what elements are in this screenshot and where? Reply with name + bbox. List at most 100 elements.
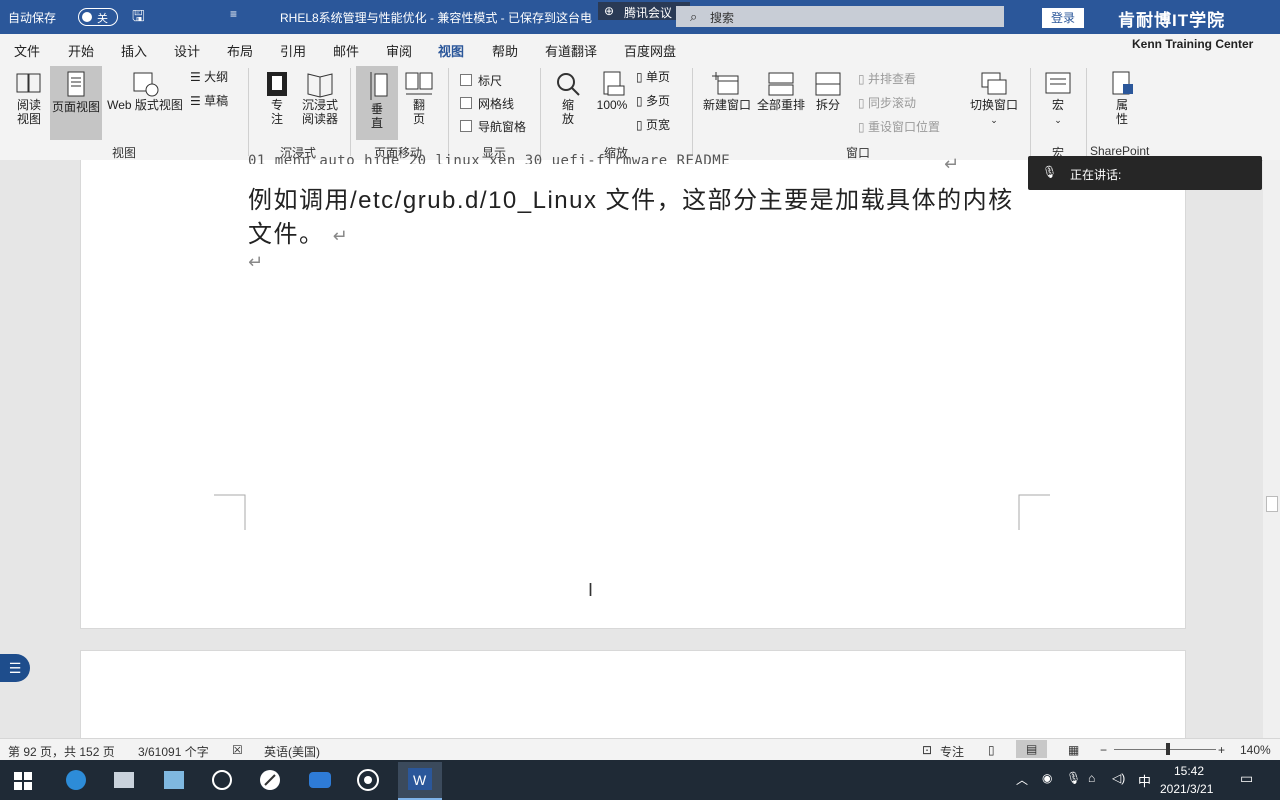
login-button[interactable]: 登录 xyxy=(1042,8,1084,28)
web-view-button[interactable]: Web 版式视图 xyxy=(104,70,186,112)
scrollbar-thumb[interactable] xyxy=(1266,496,1278,512)
ruler-label: 标尺 xyxy=(478,74,503,88)
macros-button[interactable]: 宏 ⌄ xyxy=(1040,70,1076,127)
input-method[interactable]: 中 xyxy=(1138,771,1151,790)
switch-windows-icon xyxy=(981,72,1007,95)
flip-label: 翻 页 xyxy=(412,98,425,126)
remote-desktop-icon[interactable] xyxy=(156,766,192,794)
sync-scroll-label: 同步滚动 xyxy=(867,96,916,110)
arrange-all-button[interactable]: 全部重排 xyxy=(756,70,806,112)
text-cursor-icon: I xyxy=(588,580,594,600)
zoom-out-icon[interactable]: − xyxy=(1100,743,1107,757)
magnifier-icon xyxy=(557,73,580,96)
gridlines-checkbox[interactable]: 网格线 xyxy=(460,95,514,112)
draft-button[interactable]: ☰ 草稿 xyxy=(190,94,236,108)
zoom-slider-track[interactable] xyxy=(1114,749,1216,750)
tab-review[interactable]: 审阅 xyxy=(386,41,412,60)
para-text-post: 文件，这部分主要是加载具体的内核 xyxy=(597,187,1014,214)
recorder-app-icon[interactable] xyxy=(350,766,386,794)
sync-scroll-icon: ▯ xyxy=(858,96,865,110)
zoom-in-icon[interactable]: + xyxy=(1218,743,1225,757)
outline-icon: ☰ xyxy=(190,70,201,84)
word-app-icon[interactable]: W xyxy=(398,762,442,800)
tab-baidu-netdisk[interactable]: 百度网盘 xyxy=(624,41,676,60)
network-app-icon[interactable] xyxy=(204,766,240,794)
web-layout-icon[interactable]: ▦ xyxy=(1068,743,1079,757)
edge-browser-icon[interactable] xyxy=(58,766,94,794)
proofing-icon[interactable]: ☒ xyxy=(232,743,243,757)
view-side-by-side-button[interactable]: ▯ 并排查看 xyxy=(858,72,958,86)
new-window-button[interactable]: 新建窗口 xyxy=(700,70,754,112)
views-group-label: 视图 xyxy=(112,146,137,160)
zoom-level[interactable]: 140% xyxy=(1240,743,1271,757)
volume-icon[interactable]: ◁) xyxy=(1112,771,1125,785)
ruler-checkbox[interactable]: 标尺 xyxy=(460,72,502,89)
para-text-pre: 例如调用 xyxy=(248,187,350,214)
read-view-button[interactable]: 阅读 视图 xyxy=(10,70,48,126)
zoom-100-button[interactable]: 100% xyxy=(592,70,632,112)
page-count[interactable]: 第 92 页，共 152 页 xyxy=(8,743,115,760)
clock-time[interactable]: 15:42 xyxy=(1174,764,1204,778)
split-button[interactable]: 拆分 xyxy=(810,70,846,112)
tab-file[interactable]: 文件 xyxy=(14,41,40,60)
outline-button[interactable]: ☰ 大纲 xyxy=(190,70,236,84)
read-mode-icon[interactable]: ▯ xyxy=(988,743,995,757)
vertical-scroll-button[interactable]: 垂 直 xyxy=(356,66,398,140)
clock-date[interactable]: 2021/3/21 xyxy=(1160,782,1213,796)
tab-youdao[interactable]: 有道翻译 xyxy=(545,41,597,60)
word-count[interactable]: 3/61091 个字 xyxy=(138,743,209,760)
arrange-all-label: 全部重排 xyxy=(756,98,805,112)
switch-windows-button[interactable]: 切换窗口 ⌄ xyxy=(966,70,1022,127)
synchronous-scrolling-button[interactable]: ▯ 同步滚动 xyxy=(858,96,958,110)
reset-window-label: 重设窗口位置 xyxy=(867,120,940,134)
save-icon[interactable]: 🖫 xyxy=(132,6,145,31)
tab-insert[interactable]: 插入 xyxy=(121,41,147,60)
tab-references[interactable]: 引用 xyxy=(280,41,306,60)
tab-layout[interactable]: 布局 xyxy=(227,41,253,60)
properties-button[interactable]: 属 性 xyxy=(1102,70,1142,126)
status-bar: 第 92 页，共 152 页 3/61091 个字 ☒ 英语(美国) ⊡ 专注 … xyxy=(0,738,1280,761)
tab-design[interactable]: 设计 xyxy=(174,41,200,60)
customize-toolbar-icon[interactable]: ≡ xyxy=(230,7,237,21)
tray-app-icon[interactable]: ◉ xyxy=(1042,771,1052,785)
navigation-pane-checkbox[interactable]: 导航窗格 xyxy=(460,118,526,135)
language[interactable]: 英语(美国) xyxy=(264,743,320,760)
tab-mailings[interactable]: 邮件 xyxy=(333,41,359,60)
ribbon-tabs: 文件 开始 插入 设计 布局 引用 邮件 审阅 视图 帮助 有道翻译 百度网盘 … xyxy=(0,34,1280,65)
tab-help[interactable]: 帮助 xyxy=(492,41,518,60)
multiple-pages-button[interactable]: ▯ 多页 xyxy=(636,94,684,108)
immersive-reader-button[interactable]: 沉浸式 阅读器 xyxy=(298,70,342,126)
editor-app-icon[interactable] xyxy=(252,766,288,794)
document-page[interactable] xyxy=(80,160,1186,629)
flip-pages-icon xyxy=(405,72,433,95)
page-width-button[interactable]: ▯ 页宽 xyxy=(636,118,684,132)
side-to-side-button[interactable]: 翻 页 xyxy=(400,70,438,126)
focus-status-label[interactable]: 专注 xyxy=(940,743,964,760)
macro-icon xyxy=(1045,72,1071,94)
floating-menu-icon[interactable]: ☰ xyxy=(0,654,30,682)
print-layout-icon[interactable]: ▤ xyxy=(1016,740,1048,758)
microphone-tray-icon[interactable]: 🎙 xyxy=(1066,771,1081,785)
new-window-label: 新建窗口 xyxy=(702,98,751,112)
page-view-button[interactable]: 页面视图 xyxy=(50,66,102,140)
document-page-next[interactable] xyxy=(80,650,1186,741)
file-manager-icon[interactable] xyxy=(106,766,142,794)
network-icon[interactable]: ⌂ xyxy=(1088,771,1095,785)
multiple-pages-icon: ▯ xyxy=(636,94,643,108)
vertical-scrollbar[interactable] xyxy=(1263,160,1280,738)
windows-start-icon[interactable] xyxy=(14,772,32,790)
autosave-toggle[interactable]: 关 xyxy=(78,8,118,26)
one-page-button[interactable]: ▯ 单页 xyxy=(636,70,684,84)
search-box[interactable]: ⌕ 搜索 xyxy=(676,6,1004,27)
tencent-meeting-app-icon[interactable] xyxy=(302,766,338,794)
show-hidden-icons-icon[interactable]: ︿ xyxy=(1016,771,1028,788)
zoom-slider-handle[interactable] xyxy=(1166,743,1170,755)
focus-status-icon[interactable]: ⊡ xyxy=(922,743,932,757)
focus-mode-button[interactable]: 专 注 xyxy=(260,70,294,126)
web-view-label: Web 版式视图 xyxy=(107,98,183,112)
reset-window-position-button[interactable]: ▯ 重设窗口位置 xyxy=(858,120,958,134)
para-path: /etc/grub.d/10_Linux xyxy=(350,187,598,214)
tab-home[interactable]: 开始 xyxy=(68,41,94,60)
zoom-button[interactable]: 缩 放 xyxy=(550,70,586,126)
notification-icon[interactable]: ▭ xyxy=(1240,770,1253,787)
